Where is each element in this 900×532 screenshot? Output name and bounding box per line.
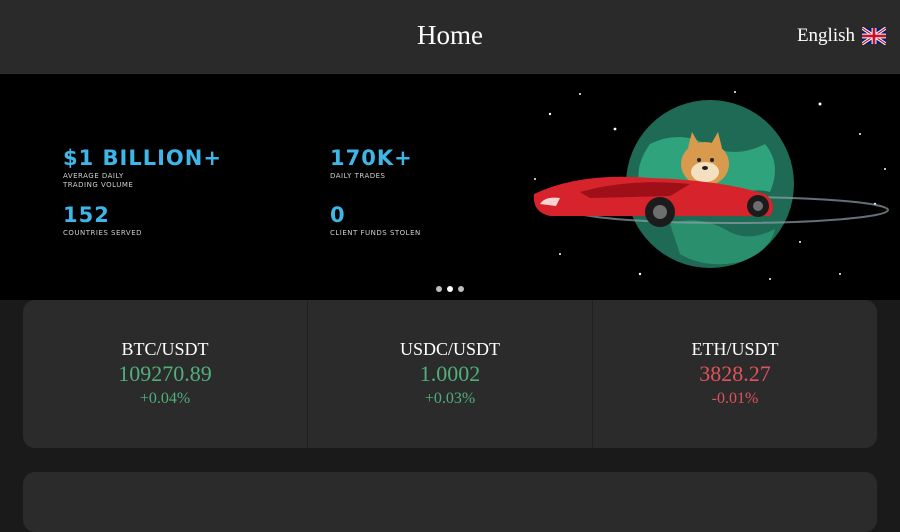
top-header: Home English bbox=[0, 0, 900, 74]
ticker-eth-usdt[interactable]: ETH/USDT 3828.27 -0.01% bbox=[592, 300, 877, 448]
stat-funds-stolen-value: 0 bbox=[330, 203, 346, 227]
stat-funds-stolen-label: CLIENT FUNDS STOLEN bbox=[330, 229, 421, 237]
ticker-change: -0.01% bbox=[711, 390, 759, 407]
promo-banner-carousel[interactable]: $1 BILLION+ AVERAGE DAILY TRADING VOLUME… bbox=[0, 74, 900, 300]
carousel-dot-3[interactable] bbox=[458, 286, 464, 292]
space-car-illustration bbox=[533, 91, 889, 280]
market-ticker-card: BTC/USDT 109270.89 +0.04% USDC/USDT 1.00… bbox=[23, 300, 877, 448]
ticker-change: +0.03% bbox=[424, 390, 476, 407]
ticker-price: 1.0002 bbox=[419, 361, 481, 386]
language-label: English bbox=[796, 25, 855, 46]
stat-trading-volume-value: $1 BILLION+ bbox=[63, 146, 222, 170]
stat-countries-label: COUNTRIES SERVED bbox=[63, 229, 143, 237]
ticker-usdc-usdt[interactable]: USDC/USDT 1.0002 +0.03% bbox=[307, 300, 592, 448]
ticker-pair: USDC/USDT bbox=[399, 339, 501, 359]
uk-flag-icon bbox=[862, 27, 886, 45]
ticker-pair: ETH/USDT bbox=[691, 339, 779, 359]
ticker-price: 3828.27 bbox=[699, 361, 771, 386]
ticker-change: +0.04% bbox=[139, 390, 191, 407]
next-section-card bbox=[23, 472, 877, 532]
stat-daily-trades-value: 170K+ bbox=[330, 146, 413, 170]
ticker-pair: BTC/USDT bbox=[121, 339, 209, 359]
page-title: Home bbox=[417, 20, 483, 50]
carousel-dot-2[interactable] bbox=[447, 286, 453, 292]
carousel-dot-1[interactable] bbox=[436, 286, 442, 292]
language-selector[interactable]: English bbox=[797, 25, 886, 47]
stat-trading-volume-label: AVERAGE DAILY TRADING VOLUME bbox=[63, 172, 134, 189]
ticker-price: 109270.89 bbox=[118, 361, 212, 386]
stat-daily-trades-label: DAILY TRADES bbox=[330, 172, 386, 180]
carousel-indicators bbox=[0, 286, 900, 292]
ticker-btc-usdt[interactable]: BTC/USDT 109270.89 +0.04% bbox=[23, 300, 307, 448]
stat-countries-value: 152 bbox=[63, 203, 110, 227]
